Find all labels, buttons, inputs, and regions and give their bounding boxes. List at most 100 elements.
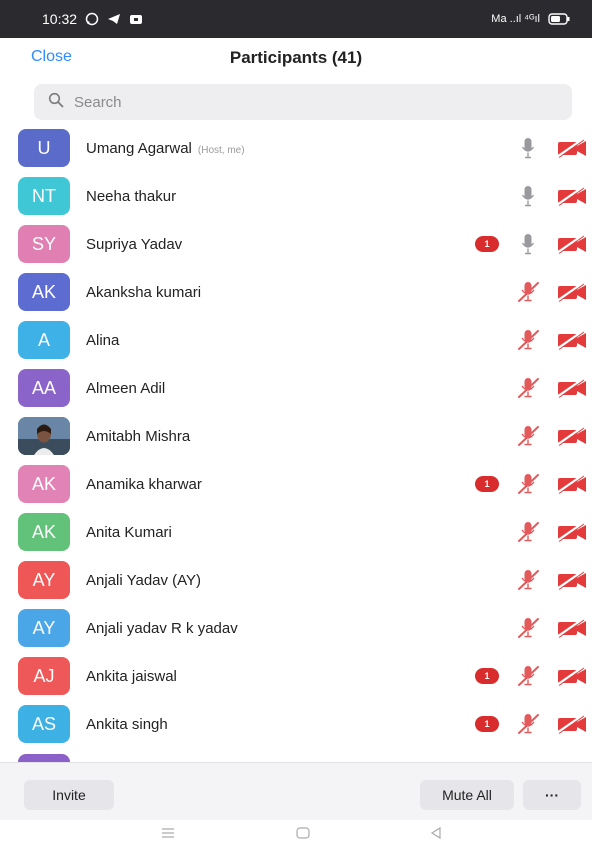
participant-row[interactable]: AK Akanksha kumari — [0, 268, 592, 316]
video-off-icon[interactable] — [556, 377, 588, 399]
avatar: AK — [18, 513, 70, 551]
signal-indicator: Ma ..ıl ⁴ᴳıl — [491, 13, 540, 25]
back-icon[interactable] — [426, 825, 446, 841]
home-icon[interactable] — [293, 825, 313, 841]
status-left: 10:32 — [42, 11, 143, 27]
chat-badge[interactable]: 1 — [475, 236, 499, 252]
mic-muted-icon[interactable] — [515, 471, 541, 497]
participant-row[interactable]: NT Neeha thakur — [0, 172, 592, 220]
video-off-icon[interactable] — [556, 137, 588, 159]
participant-name-text: Umang Agarwal — [86, 139, 192, 157]
participant-name-text: Almeen Adil — [86, 379, 166, 397]
mic-on-icon[interactable] — [515, 183, 541, 209]
recent-apps-icon[interactable] — [158, 825, 178, 841]
participant-name: Anita Kumari — [86, 524, 172, 541]
next-avatar-partial — [18, 754, 70, 762]
more-options-button[interactable]: ··· — [523, 780, 581, 810]
video-off-icon[interactable] — [556, 185, 588, 207]
video-off-icon[interactable] — [556, 329, 588, 351]
invite-button[interactable]: Invite — [24, 780, 114, 810]
avatar: AK — [18, 273, 70, 311]
search-bar[interactable] — [34, 84, 572, 120]
video-off-icon[interactable] — [556, 569, 588, 591]
mic-muted-icon[interactable] — [515, 615, 541, 641]
avatar: AK — [18, 465, 70, 503]
mic-on-icon[interactable] — [515, 231, 541, 257]
participant-row[interactable]: Amitabh Mishra — [0, 412, 592, 460]
mute-all-button[interactable]: Mute All — [420, 780, 514, 810]
participant-name: Ankita jaiswal — [86, 668, 177, 685]
participant-name-text: Supriya Yadav — [86, 235, 183, 253]
avatar: A — [18, 321, 70, 359]
participant-row[interactable]: U Umang Agarwal (Host, me) — [0, 124, 592, 172]
video-app-icon — [129, 13, 143, 25]
participant-name-text: Akanksha kumari — [86, 283, 202, 301]
battery-icon — [548, 13, 570, 25]
search-input[interactable] — [74, 93, 534, 111]
participant-name: Ankita singh — [86, 716, 168, 733]
telegram-icon — [107, 12, 121, 26]
participant-row[interactable]: AK Anamika kharwar 1 — [0, 460, 592, 508]
video-off-icon[interactable] — [556, 281, 588, 303]
chat-badge[interactable]: 1 — [475, 668, 499, 684]
video-off-icon[interactable] — [556, 425, 588, 447]
whatsapp-icon — [85, 12, 99, 26]
participant-name: Amitabh Mishra — [86, 428, 190, 445]
participant-name-text: Ankita jaiswal — [86, 667, 177, 685]
avatar: NT — [18, 177, 70, 215]
status-time: 10:32 — [42, 11, 78, 27]
participant-name: Anjali Yadav (AY) — [86, 572, 201, 589]
participant-row[interactable]: AJ Ankita jaiswal 1 — [0, 652, 592, 700]
participant-name: Neeha thakur — [86, 188, 176, 205]
participant-row[interactable]: AS Ankita singh 1 — [0, 700, 592, 748]
mic-on-icon[interactable] — [515, 135, 541, 161]
participant-name-text: Neeha thakur — [86, 187, 177, 205]
avatar: U — [18, 129, 70, 167]
footer-toolbar: Invite Mute All ··· — [0, 762, 592, 820]
mic-muted-icon[interactable] — [515, 327, 541, 353]
participant-name-text: Ankita singh — [86, 715, 168, 733]
participant-row[interactable]: AY Anjali yadav R k yadav — [0, 604, 592, 652]
mic-muted-icon[interactable] — [515, 519, 541, 545]
mic-muted-icon[interactable] — [515, 375, 541, 401]
mic-muted-icon[interactable] — [515, 711, 541, 737]
chat-badge[interactable]: 1 — [475, 716, 499, 732]
mic-muted-icon[interactable] — [515, 567, 541, 593]
participant-name: Anjali yadav R k yadav — [86, 620, 238, 637]
participant-name-text: Amitabh Mishra — [86, 427, 191, 445]
participant-name-text: Anjali Yadav (AY) — [86, 571, 202, 589]
participant-name: Umang Agarwal (Host, me) — [86, 140, 245, 157]
video-off-icon[interactable] — [556, 521, 588, 543]
search-icon — [48, 92, 64, 113]
video-off-icon[interactable] — [556, 665, 588, 687]
participant-name: Supriya Yadav — [86, 236, 182, 253]
participant-name: Almeen Adil — [86, 380, 165, 397]
mic-muted-icon[interactable] — [515, 279, 541, 305]
participant-row[interactable]: AA Almeen Adil — [0, 364, 592, 412]
avatar: AY — [18, 561, 70, 599]
participant-name-text: Alina — [86, 331, 120, 349]
android-nav-bar — [0, 820, 592, 846]
participant-row[interactable]: AY Anjali Yadav (AY) — [0, 556, 592, 604]
video-off-icon[interactable] — [556, 713, 588, 735]
participant-list[interactable]: U Umang Agarwal (Host, me) NT Neeha thakur SY… — [0, 124, 592, 762]
participant-name: Alina — [86, 332, 119, 349]
status-right: Ma ..ıl ⁴ᴳıl — [491, 13, 570, 25]
video-off-icon[interactable] — [556, 617, 588, 639]
avatar: SY — [18, 225, 70, 263]
page-title: Participants (41) — [229, 48, 363, 67]
mic-muted-icon[interactable] — [515, 423, 541, 449]
status-bar: 10:32 Ma ..ıl ⁴ᴳıl — [0, 0, 592, 38]
mic-muted-icon[interactable] — [515, 663, 541, 689]
participant-name-text: Anjali yadav R k yadav — [86, 619, 238, 637]
avatar: AJ — [18, 657, 70, 695]
avatar-photo — [18, 417, 70, 455]
participant-role-tag: (Host, me) — [197, 144, 245, 156]
avatar: AS — [18, 705, 70, 743]
participant-row[interactable]: A Alina — [0, 316, 592, 364]
video-off-icon[interactable] — [556, 473, 588, 495]
chat-badge[interactable]: 1 — [475, 476, 499, 492]
participant-row[interactable]: SY Supriya Yadav 1 — [0, 220, 592, 268]
video-off-icon[interactable] — [556, 233, 588, 255]
participant-row[interactable]: AK Anita Kumari — [0, 508, 592, 556]
